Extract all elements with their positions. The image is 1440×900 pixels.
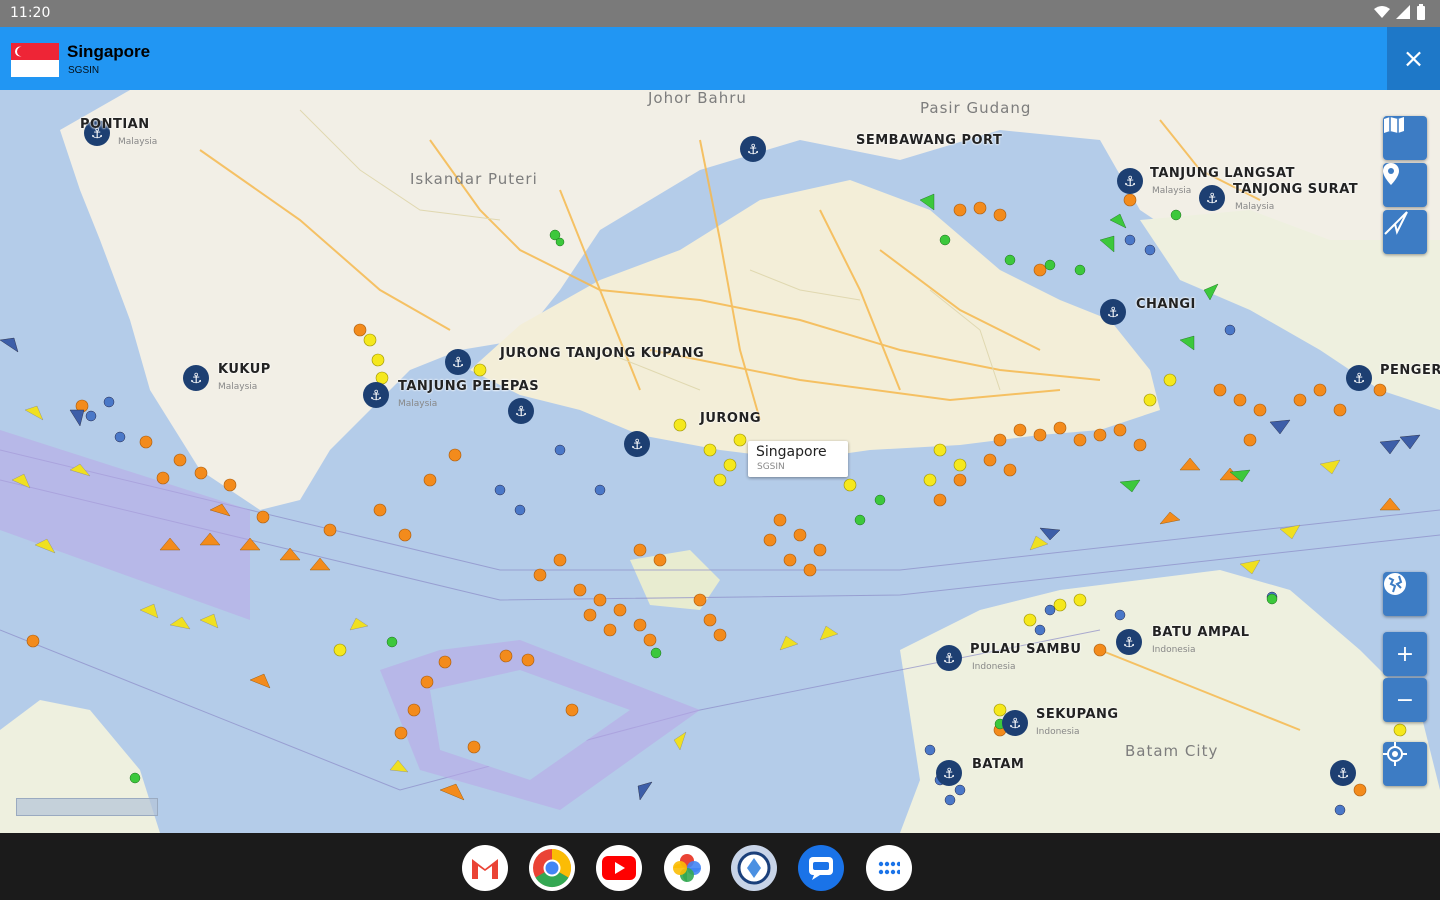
signal-icon [1396,5,1410,19]
messages-app[interactable] [798,845,844,891]
globe-button[interactable] [1383,572,1427,616]
close-icon: × [1402,43,1425,74]
my-location-icon [1383,742,1407,766]
chrome-app[interactable] [529,845,575,891]
gmail-app[interactable] [462,845,508,891]
port-code: SGSIN [68,65,100,76]
chrome-icon [533,848,572,888]
port-label-sembawang[interactable]: SEMBAWANG PORT [856,133,1002,148]
port-label-pengerang[interactable]: PENGERANG [1380,363,1440,378]
zoom-in-icon: + [1395,641,1415,667]
status-time: 11:20 [10,5,51,21]
map-view[interactable]: ⚓ ⚓ ⚓ ⚓ ⚓ ⚓ ⚓ ⚓ ⚓ ⚓ ⚓ ⚓ ⚓ ⚓ ⚓ ⚓ Johor Ba… [0,90,1440,833]
port-label-tanjung-langsat[interactable]: TANJUNG LANGSAT [1150,166,1295,181]
area-label-johor-bahru: Johor Bahru [648,90,747,107]
youtube-icon [602,856,636,880]
svg-text:⚓: ⚓ [452,355,465,371]
svg-text:⚓: ⚓ [943,651,956,667]
area-label-pasir-gudang: Pasir Gudang [920,99,1032,117]
port-title: Singapore [67,42,151,61]
country-label: Indonesia [1152,645,1196,655]
zoom-out-button[interactable]: − [1383,678,1427,722]
marine-traffic-app[interactable] [731,845,777,891]
map-layers-button[interactable] [1383,116,1427,160]
country-label: Indonesia [972,662,1016,672]
svg-text:⚓: ⚓ [370,388,383,404]
status-icons [1374,4,1426,20]
status-bar: 11:20 [0,0,1440,27]
singapore-flag-icon [11,43,59,77]
svg-text:⚓: ⚓ [515,404,528,420]
svg-text:⚓: ⚓ [1337,766,1350,782]
route-icon [1384,211,1408,235]
app-icon [737,851,771,885]
svg-text:⚓: ⚓ [943,766,956,782]
wifi-icon [1374,6,1390,18]
route-button[interactable] [1383,210,1427,254]
location-pin-icon [1383,163,1399,185]
apps-grid-button[interactable] [866,845,912,891]
country-label: Malaysia [398,399,438,409]
globe-icon [1384,573,1406,595]
port-label-tanjung-pelepas[interactable]: TANJUNG PELEPAS [398,379,539,394]
selected-port-callout[interactable]: Singapore SGSIN [748,441,848,477]
country-label: Malaysia [218,382,258,392]
port-label-sekupang[interactable]: SEKUPANG [1036,707,1119,722]
port-label-tanjong-surat[interactable]: TANJONG SURAT [1233,182,1358,197]
svg-text:⚓: ⚓ [747,142,760,158]
country-label: Malaysia [118,137,158,147]
callout-title: Singapore [756,444,827,460]
port-label-pulau-sambu[interactable]: PULAU SAMBU [970,642,1081,657]
port-label-kukup[interactable]: KUKUP [218,362,271,377]
svg-text:⚓: ⚓ [190,371,203,387]
svg-text:⚓: ⚓ [1107,305,1120,321]
photos-app[interactable] [664,845,710,891]
app-bar [0,27,1440,90]
svg-text:⚓: ⚓ [1206,191,1219,207]
youtube-app[interactable] [596,845,642,891]
port-label-jurong[interactable]: JURONG [700,411,761,426]
map-canvas: ⚓ ⚓ ⚓ ⚓ ⚓ ⚓ ⚓ ⚓ ⚓ ⚓ ⚓ ⚓ ⚓ ⚓ ⚓ ⚓ [0,90,1440,833]
svg-text:⚓: ⚓ [1124,174,1137,190]
zoom-in-button[interactable]: + [1383,632,1427,676]
port-label-batam[interactable]: BATAM [972,757,1024,772]
port-label-batu-ampal[interactable]: BATU AMPAL [1152,625,1250,640]
svg-text:⚓: ⚓ [1123,635,1136,651]
scale-bar [16,798,158,816]
my-location-button[interactable] [1383,742,1427,786]
photos-icon [673,854,701,882]
country-label: Malaysia [1235,202,1275,212]
svg-text:⚓: ⚓ [631,437,644,453]
callout-code: SGSIN [757,462,785,472]
port-label-changi[interactable]: CHANGI [1136,297,1196,312]
area-label-iskandar-puteri: Iskandar Puteri [410,170,538,188]
battery-icon [1417,4,1425,20]
land-sentosa [630,550,720,610]
zoom-out-icon: − [1395,687,1415,713]
svg-text:⚓: ⚓ [1009,716,1022,732]
port-label-jurong-tanjong-kupang[interactable]: JURONG TANJONG KUPANG [500,346,704,361]
port-label-pontian[interactable]: PONTIAN [80,117,150,132]
area-label-batam-city: Batam City [1125,742,1219,760]
gmail-icon [472,859,498,879]
country-label: Indonesia [1036,727,1080,737]
country-label: Malaysia [1152,186,1192,196]
svg-text:⚓: ⚓ [1353,371,1366,387]
messages-icon [809,857,833,880]
apps-grid-icon [878,861,900,875]
map-layers-icon [1384,117,1404,133]
close-button[interactable]: × [1387,27,1440,90]
navigation-bar [0,833,1440,900]
location-pin-button[interactable] [1383,163,1427,207]
